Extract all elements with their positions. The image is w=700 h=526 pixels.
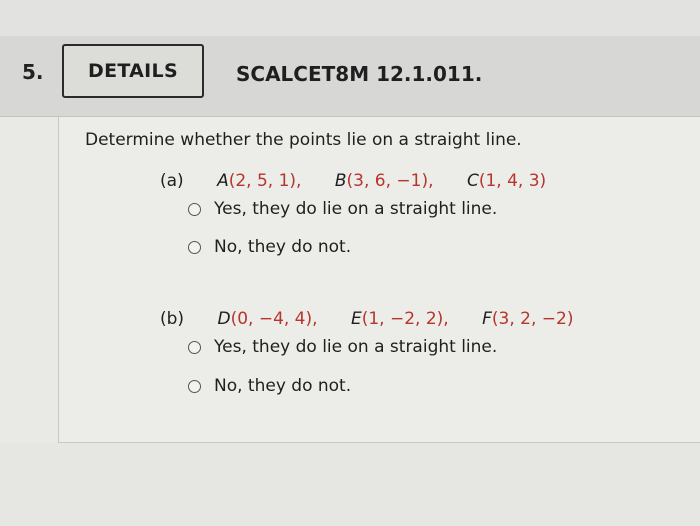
point-a: A(2, 5, 1), (217, 171, 302, 191)
point-f: F(3, 2, −2) (482, 309, 574, 329)
part-a-option-no[interactable]: No, they do not. (188, 237, 351, 257)
question-panel (58, 117, 700, 443)
part-a-label: (a) (160, 171, 184, 191)
point-e: E(1, −2, 2), (350, 309, 449, 329)
point-b: B(3, 6, −1), (334, 171, 434, 191)
part-a-option-yes[interactable]: Yes, they do lie on a straight line. (188, 199, 497, 219)
part-a-row: (a) A(2, 5, 1), B(3, 6, −1), C(1, 4, 3) (160, 171, 546, 191)
option-label: No, they do not. (214, 237, 352, 257)
part-b-option-no[interactable]: No, they do not. (188, 376, 351, 396)
part-b-label: (b) (160, 309, 185, 329)
point-d: D(0, −4, 4), (217, 309, 318, 329)
question-prompt: Determine whether the points lie on a st… (85, 130, 522, 150)
course-code: SCALCET8M 12.1.011. (236, 62, 483, 86)
details-button[interactable]: DETAILS (62, 44, 204, 98)
radio-button-icon[interactable] (188, 379, 201, 393)
option-label: No, they do not. (214, 376, 352, 396)
option-label: Yes, they do lie on a straight line. (214, 199, 498, 219)
point-c: C(1, 4, 3) (466, 171, 547, 191)
top-strip (0, 0, 700, 36)
radio-button-icon[interactable] (188, 202, 201, 216)
bottom-area (0, 443, 700, 526)
radio-button-icon[interactable] (188, 340, 201, 354)
radio-button-icon[interactable] (188, 240, 201, 254)
option-label: Yes, they do lie on a straight line. (214, 337, 498, 357)
question-header: 5. DETAILS SCALCET8M 12.1.011. (0, 36, 700, 117)
part-b-row: (b) D(0, −4, 4), E(1, −2, 2), F(3, 2, −2… (160, 309, 573, 329)
part-b-option-yes[interactable]: Yes, they do lie on a straight line. (188, 337, 497, 357)
question-number: 5. (22, 60, 44, 84)
